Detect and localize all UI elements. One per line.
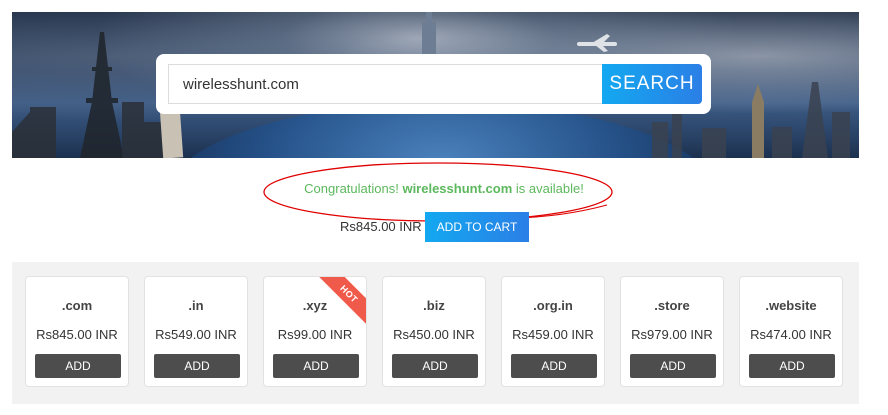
- tld-price: Rs474.00 INR: [750, 327, 832, 342]
- tld-card-biz: .biz Rs450.00 INR ADD: [382, 276, 486, 387]
- add-store-button[interactable]: ADD: [630, 354, 716, 378]
- result-price: Rs845.00 INR: [340, 219, 422, 234]
- tld-name: .xyz: [302, 298, 328, 313]
- add-biz-button[interactable]: ADD: [392, 354, 478, 378]
- tld-card-in: .in Rs549.00 INR ADD: [144, 276, 248, 387]
- tld-card-com: .com Rs845.00 INR ADD: [25, 276, 129, 387]
- tld-card-xyz: HOT .xyz Rs99.00 INR ADD: [263, 276, 367, 387]
- tld-name: .in: [188, 298, 204, 313]
- domain-search-input[interactable]: [168, 64, 602, 104]
- tld-price: Rs549.00 INR: [155, 327, 237, 342]
- tld-name: .biz: [423, 298, 445, 313]
- tld-name: .org.in: [533, 298, 573, 313]
- add-website-button[interactable]: ADD: [749, 354, 835, 378]
- add-org-in-button[interactable]: ADD: [511, 354, 597, 378]
- search-button[interactable]: SEARCH: [602, 64, 702, 104]
- tld-card-store: .store Rs979.00 INR ADD: [620, 276, 724, 387]
- add-in-button[interactable]: ADD: [154, 354, 240, 378]
- add-to-cart-button[interactable]: ADD TO CART: [425, 212, 529, 242]
- add-xyz-button[interactable]: ADD: [273, 354, 359, 378]
- tld-name: .store: [654, 298, 690, 313]
- tld-suggestions-panel: .com Rs845.00 INR ADD .in Rs549.00 INR A…: [12, 262, 859, 404]
- tld-name: .com: [61, 298, 93, 313]
- tld-price: Rs99.00 INR: [277, 327, 353, 342]
- tld-price: Rs459.00 INR: [512, 327, 594, 342]
- tld-price: Rs845.00 INR: [36, 327, 118, 342]
- add-com-button[interactable]: ADD: [35, 354, 121, 378]
- tld-price: Rs979.00 INR: [631, 327, 713, 342]
- tld-card-website: .website Rs474.00 INR ADD: [739, 276, 843, 387]
- tld-price: Rs450.00 INR: [393, 327, 475, 342]
- domain-search-box: SEARCH: [156, 54, 711, 114]
- tld-name: .website: [765, 298, 817, 313]
- tld-card-org-in: .org.in Rs459.00 INR ADD: [501, 276, 605, 387]
